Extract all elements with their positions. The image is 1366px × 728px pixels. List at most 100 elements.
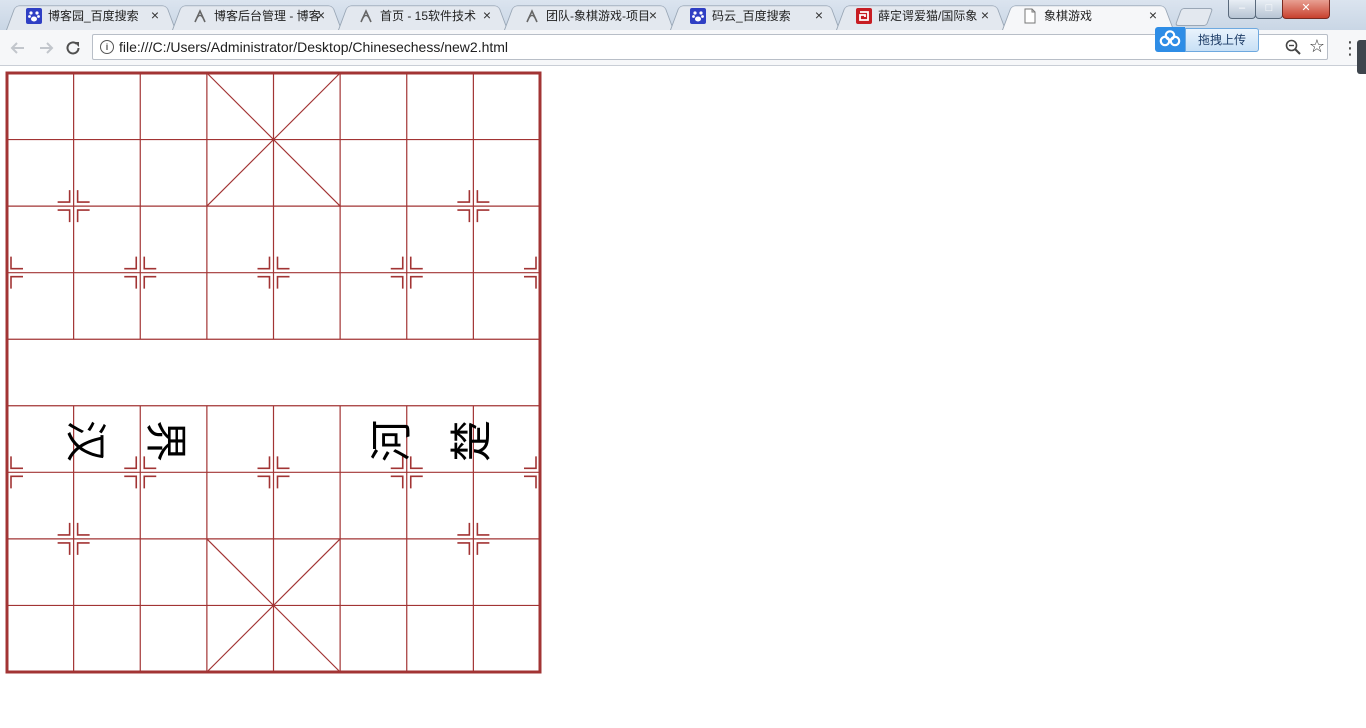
close-tab-icon[interactable]: × (314, 8, 328, 22)
tab-gitee-repo[interactable]: 薛定谔爱猫/国际象 × (836, 2, 1006, 30)
position-marker (390, 475, 404, 489)
reload-icon (66, 41, 80, 55)
position-marker (476, 522, 490, 536)
tab-label: 博客后台管理 - 博客 (214, 9, 321, 23)
tab-baidu-search-cnblogs[interactable]: 博客园_百度搜索 × (6, 2, 176, 30)
tab-strip: 博客园_百度搜索 × 博客后台管理 - 博客 × 首页 - 15软件技术 × 团… (0, 0, 1366, 30)
position-marker (457, 522, 471, 536)
minimize-icon: – (1238, 2, 1246, 14)
position-marker (457, 190, 471, 203)
position-marker (124, 256, 138, 270)
tab-baidu-search-gitee[interactable]: 码云_百度搜索 × (670, 2, 840, 30)
tab-label: 薛定谔爱猫/国际象 (878, 9, 978, 23)
position-marker (10, 456, 23, 470)
position-marker (76, 542, 90, 555)
cnblogs-icon (526, 9, 538, 23)
tab-team-project[interactable]: 团队-象棋游戏-项目 × (504, 2, 674, 30)
forward-arrow-icon (40, 42, 54, 54)
close-tab-icon[interactable]: × (646, 8, 660, 22)
tab-label: 团队-象棋游戏-项目 (546, 9, 650, 23)
position-marker (143, 275, 157, 289)
board-grid[interactable] (5, 71, 542, 674)
position-marker (257, 275, 271, 289)
position-marker (524, 275, 537, 289)
cnblogs-icon (194, 9, 206, 23)
position-marker (476, 190, 490, 203)
info-icon[interactable]: i (100, 40, 114, 54)
position-marker (124, 275, 138, 289)
address-bar[interactable]: i file:///C:/Users/Administrator/Desktop… (92, 34, 1328, 60)
position-marker (76, 209, 90, 223)
position-marker (143, 256, 157, 270)
chess-board[interactable]: 汉 界 河 楚 (5, 71, 542, 674)
gitee-icon (856, 8, 872, 24)
close-window-button[interactable]: ✕ (1282, 0, 1330, 19)
baidu-paw-icon (690, 8, 706, 24)
position-marker (257, 256, 271, 270)
position-marker (476, 209, 490, 223)
side-panel-handle[interactable] (1357, 40, 1366, 74)
bookmark-star-icon[interactable]: ☆ (1307, 36, 1327, 56)
position-marker (276, 256, 290, 270)
position-marker (276, 275, 290, 289)
close-tab-icon[interactable]: × (978, 8, 992, 22)
river-char-jie: 界 (141, 419, 190, 462)
position-marker (257, 475, 271, 489)
zoom-icon[interactable] (1284, 38, 1302, 56)
close-tab-icon[interactable]: × (480, 8, 494, 22)
position-marker (524, 456, 537, 470)
position-marker (457, 209, 471, 223)
upload-widget[interactable]: 拖拽上传 (1155, 27, 1259, 52)
position-marker (524, 256, 537, 270)
menu-icon[interactable]: ⋮ (1341, 38, 1359, 58)
position-marker (57, 209, 71, 223)
minimize-button[interactable]: – (1228, 0, 1256, 19)
new-tab-button[interactable] (1174, 8, 1214, 26)
drag-upload-button[interactable]: 拖拽上传 (1185, 28, 1259, 52)
baidu-cloud-icon (1155, 27, 1185, 52)
position-marker (57, 542, 71, 555)
position-marker (76, 190, 90, 203)
position-marker (57, 190, 71, 203)
position-marker (10, 275, 23, 289)
position-marker (409, 475, 423, 489)
position-marker (409, 256, 423, 270)
tab-blog-admin[interactable]: 博客后台管理 - 博客 × (172, 2, 342, 30)
cnblogs-icon (360, 9, 372, 23)
close-tab-icon[interactable]: × (812, 8, 826, 22)
reload-button[interactable] (63, 38, 83, 58)
back-button[interactable] (8, 38, 28, 58)
position-marker (57, 522, 71, 536)
position-marker (143, 475, 157, 489)
forward-button[interactable] (36, 38, 56, 58)
position-marker (124, 475, 138, 489)
tab-label: 首页 - 15软件技术 (380, 9, 477, 23)
tab-label: 码云_百度搜索 (712, 9, 791, 23)
position-marker (257, 456, 271, 470)
close-tab-icon[interactable]: × (148, 8, 162, 22)
position-marker (276, 475, 290, 489)
tab-homepage[interactable]: 首页 - 15软件技术 × (338, 2, 508, 30)
river-char-han: 汉 (61, 419, 110, 462)
position-marker (457, 542, 471, 555)
river-char-he: 河 (367, 420, 416, 463)
maximize-button[interactable]: □ (1255, 0, 1283, 19)
maximize-icon: □ (1265, 2, 1273, 14)
close-icon: ✕ (1301, 2, 1311, 14)
tab-label: 博客园_百度搜索 (48, 9, 139, 23)
tab-label: 象棋游戏 (1044, 9, 1093, 23)
url-text[interactable]: file:///C:/Users/Administrator/Desktop/C… (119, 40, 508, 55)
position-marker (76, 522, 90, 536)
position-marker (10, 475, 23, 489)
window-controls: – □ ✕ (1228, 0, 1360, 20)
position-marker (476, 542, 490, 555)
river-char-chu: 楚 (447, 420, 496, 463)
position-marker (10, 256, 23, 270)
position-marker (390, 275, 404, 289)
close-tab-icon[interactable]: × (1146, 8, 1160, 22)
position-marker (124, 456, 138, 470)
position-marker (409, 275, 423, 289)
tab-chinese-chess[interactable]: 象棋游戏 × (1002, 2, 1174, 30)
baidu-paw-icon (26, 8, 42, 24)
page-icon (1024, 8, 1036, 24)
